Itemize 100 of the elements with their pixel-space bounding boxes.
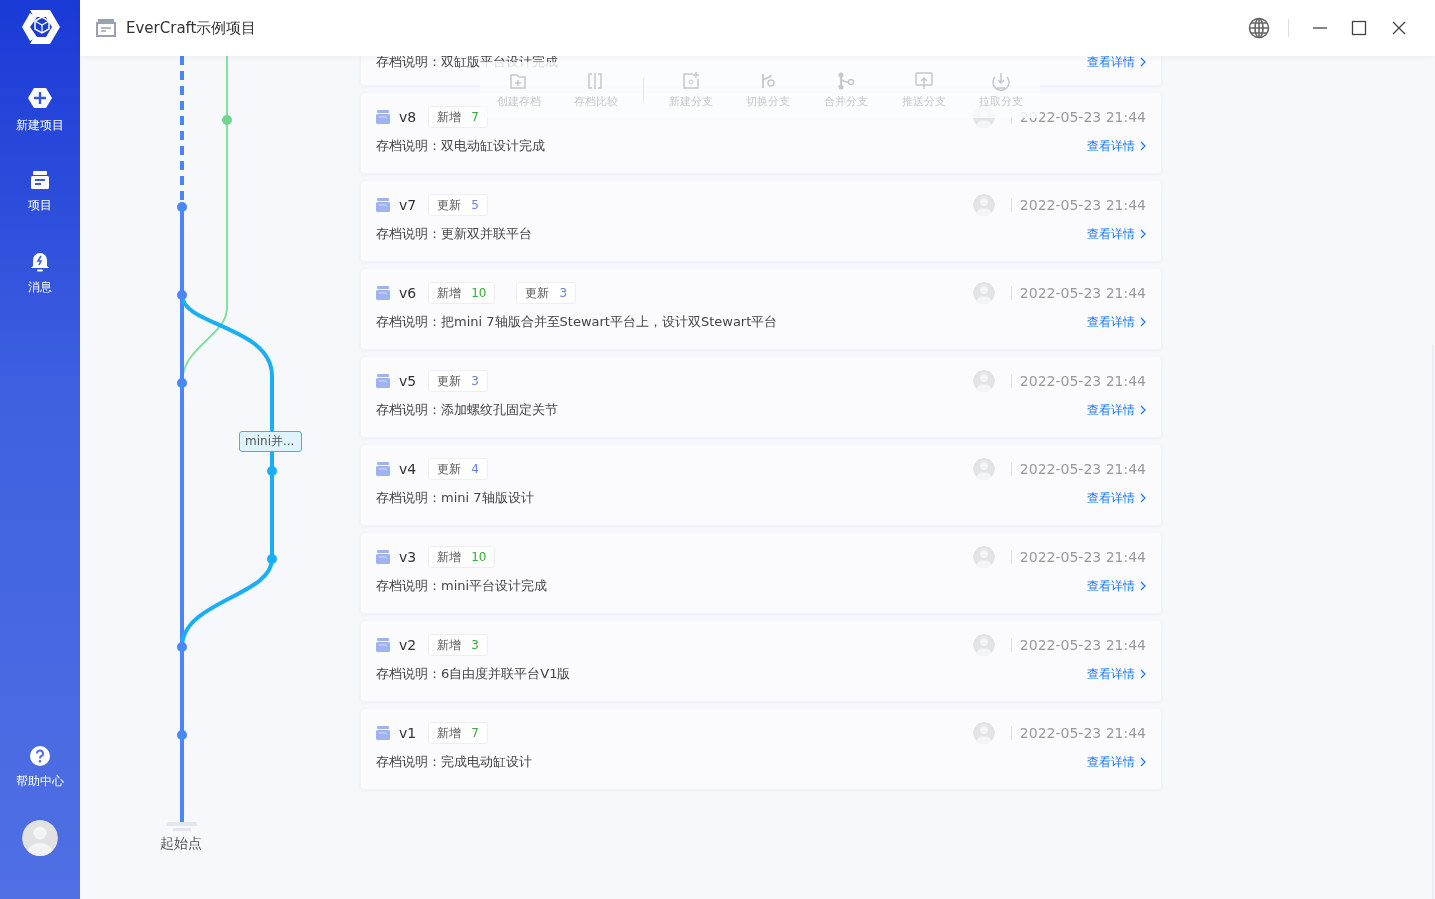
archive-time: 2022-05-23 21:44 (1010, 286, 1146, 300)
minimize-icon (1313, 27, 1327, 29)
chevron-icon (1140, 141, 1146, 151)
help-center-item[interactable]: 帮助中心 (16, 746, 64, 790)
commit-node[interactable] (222, 115, 232, 125)
commit-node[interactable] (177, 730, 187, 740)
archive-description: 存档说明：mini平台设计完成 (376, 577, 548, 595)
view-details-link[interactable]: 查看详情 (1087, 137, 1146, 155)
chevron-icon (1140, 229, 1146, 239)
archive-description: 存档说明：6自由度并联平台V1版 (376, 665, 571, 683)
sidebar-item[interactable]: 项目 (28, 170, 52, 214)
bell-icon (29, 250, 51, 272)
archive-description: 存档说明：mini 7轴版设计 (376, 489, 534, 507)
commit-node[interactable] (177, 642, 187, 652)
chevron-icon (1140, 493, 1146, 503)
branch-label[interactable]: mini并... (239, 431, 302, 452)
archive-icon (376, 462, 390, 476)
user-avatar (22, 820, 58, 856)
archive-icon (376, 374, 390, 388)
close-icon (1391, 20, 1407, 36)
chevron-icon (1140, 581, 1146, 591)
archive-icon (376, 550, 390, 564)
archive-time: 2022-05-23 21:44 (1010, 374, 1146, 388)
language-button[interactable] (1248, 17, 1270, 39)
close-button[interactable] (1391, 20, 1407, 36)
user-avatar (972, 370, 995, 392)
archive-description: 存档说明：双电动缸设计完成 (376, 137, 545, 155)
user-avatar (972, 546, 995, 568)
sidebar-item[interactable]: 消息 (28, 250, 52, 296)
window-title: EverCraft示例项目 (126, 18, 257, 38)
change-tag: 新增 10 (428, 546, 496, 568)
change-tag: 更新 5 (428, 194, 488, 216)
toolbar-icon (836, 71, 857, 91)
maximize-button[interactable] (1351, 20, 1367, 36)
archive-time: 2022-05-23 21:44 (1010, 550, 1146, 564)
start-base-icon (166, 822, 198, 831)
version-label: v2 (399, 637, 417, 653)
archive-icon (30, 170, 50, 190)
change-tag: 新增 3 (428, 634, 488, 656)
archive-time: 2022-05-23 21:44 (1010, 462, 1146, 476)
commit-node[interactable] (177, 290, 187, 300)
archive-time: 2022-05-23 21:44 (1010, 726, 1146, 740)
toolbar-icon (991, 71, 1012, 91)
view-details-link[interactable]: 查看详情 (1087, 577, 1146, 595)
commit-node[interactable] (177, 378, 187, 388)
change-tag: 新增 10 (428, 282, 496, 304)
chevron-icon (1140, 669, 1146, 679)
add-icon (28, 86, 52, 110)
archive-time: 2022-05-23 21:44 (1010, 198, 1146, 212)
view-details-link[interactable]: 查看详情 (1087, 665, 1146, 683)
archive-description: 存档说明：把mini 7轴版合并至Stewart平台上，设计双Stewart平台 (376, 313, 778, 331)
user-avatar (972, 194, 995, 216)
view-details-link[interactable]: 查看详情 (1087, 753, 1146, 771)
chevron-icon (1140, 317, 1146, 327)
change-tag: 更新 3 (516, 282, 577, 304)
toolbar-icon (913, 71, 934, 91)
toolbar-icon (508, 71, 529, 91)
archive-icon (376, 286, 390, 300)
version-label: v7 (399, 197, 417, 213)
view-details-link[interactable]: 查看详情 (1087, 313, 1146, 331)
view-details-link[interactable]: 查看详情 (1087, 401, 1146, 419)
archive-time: 2022-05-23 21:44 (1010, 638, 1146, 652)
user-avatar (972, 634, 995, 656)
start-point-label: 起始点 (160, 835, 202, 853)
chevron-icon (1140, 405, 1146, 415)
archive-icon (376, 198, 390, 212)
user-avatar (972, 722, 995, 744)
logo-icon (20, 10, 60, 44)
toolbar-icon (680, 71, 701, 91)
user-avatar (972, 282, 995, 304)
commit-node[interactable] (267, 554, 277, 564)
commit-node[interactable] (177, 202, 187, 212)
change-tag: 更新 4 (428, 458, 488, 480)
archive-icon (376, 638, 390, 652)
version-label: v3 (399, 549, 417, 565)
version-label: v1 (399, 725, 417, 741)
version-label: v6 (399, 285, 417, 301)
version-label: v8 (399, 109, 417, 125)
view-details-link[interactable]: 查看详情 (1087, 225, 1146, 243)
user-avatar (972, 458, 995, 480)
archive-description: 存档说明：完成电动缸设计 (376, 753, 532, 771)
sidebar-item[interactable]: 新建项目 (16, 86, 64, 134)
chevron-icon (1140, 57, 1146, 67)
globe-icon (1248, 17, 1270, 39)
help-icon (30, 746, 50, 766)
chevron-icon (1140, 757, 1146, 767)
commit-node[interactable] (267, 466, 277, 476)
change-tag: 更新 3 (428, 370, 488, 392)
view-details-link[interactable]: 查看详情 (1087, 56, 1146, 71)
archive-description: 存档说明：更新双并联平台 (376, 225, 532, 243)
archive-description: 存档说明：添加螺纹孔固定关节 (376, 401, 558, 419)
archive-icon (376, 726, 390, 740)
archive-icon (96, 19, 116, 37)
change-tag: 新增 7 (428, 106, 488, 128)
archive-icon (376, 110, 390, 124)
version-label: v4 (399, 461, 417, 477)
version-label: v5 (399, 373, 417, 389)
view-details-link[interactable]: 查看详情 (1087, 489, 1146, 507)
change-tag: 新增 7 (428, 722, 488, 744)
maximize-icon (1351, 20, 1367, 36)
